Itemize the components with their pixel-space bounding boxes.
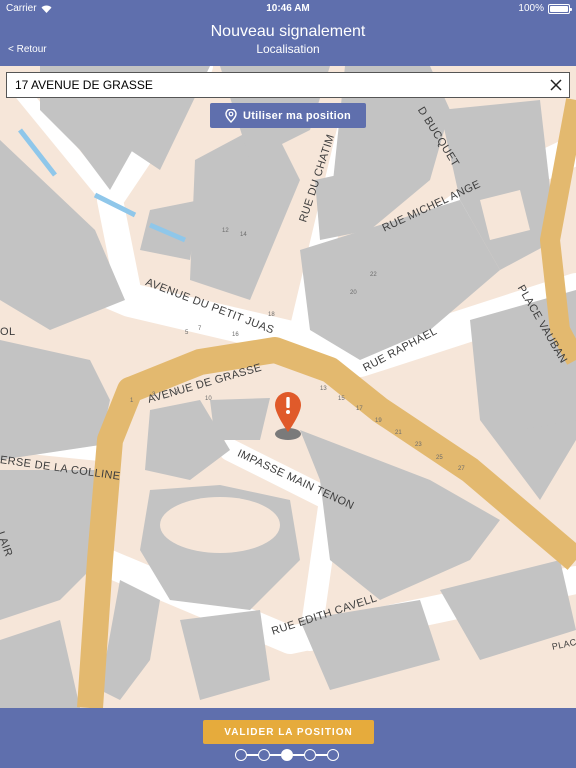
step-dot	[235, 749, 247, 761]
house-number: 14	[240, 232, 247, 238]
map-view[interactable]: AVENUE DU PETIT JUAS AVENUE DE GRASSE RU…	[0, 66, 576, 708]
step-dot	[258, 749, 270, 761]
house-number: 19	[375, 418, 382, 424]
page-title: Nouveau signalement	[210, 23, 366, 40]
house-number: 25	[436, 455, 443, 461]
footer-bar: VALIDER LA POSITION	[0, 708, 576, 768]
house-number: 16	[232, 332, 239, 338]
location-pin-icon	[225, 108, 237, 123]
step-connector	[316, 754, 327, 756]
validate-position-button[interactable]: VALIDER LA POSITION	[203, 720, 374, 744]
map-canvas	[0, 66, 576, 708]
step-connector	[293, 754, 304, 756]
clear-button[interactable]	[543, 73, 569, 97]
address-search-bar[interactable]	[6, 72, 570, 98]
house-number: 17	[356, 406, 363, 412]
status-bar: Carrier 10:46 AM 100%	[0, 0, 576, 16]
use-my-position-button[interactable]: Utiliser ma position	[210, 103, 366, 128]
alert-marker-icon	[275, 392, 301, 440]
house-number: 8	[175, 390, 179, 396]
page-subtitle: Localisation	[256, 42, 320, 56]
house-number: 27	[458, 466, 465, 472]
step-connector	[247, 754, 258, 756]
house-number: 10	[205, 396, 212, 402]
house-number: 21	[395, 430, 402, 436]
battery-icon	[548, 3, 572, 14]
step-indicator	[235, 748, 339, 762]
house-number: 22	[370, 272, 377, 278]
close-icon	[550, 79, 562, 91]
status-time: 10:46 AM	[266, 3, 310, 14]
house-number: 5	[185, 330, 189, 336]
house-number: 15	[338, 396, 345, 402]
header-bar: Carrier 10:46 AM 100% Nouveau signalemen…	[0, 0, 576, 66]
house-number: 20	[350, 290, 357, 296]
step-dot	[327, 749, 339, 761]
report-marker[interactable]	[273, 390, 303, 442]
house-number: 1	[130, 398, 134, 404]
house-number: 18	[268, 312, 275, 318]
step-connector	[270, 754, 281, 756]
step-dot	[304, 749, 316, 761]
battery-percent: 100%	[518, 3, 544, 14]
house-number: 12	[222, 228, 229, 234]
house-number: 7	[198, 326, 202, 332]
back-button[interactable]: < Retour	[8, 44, 47, 55]
step-dot-active	[281, 749, 293, 761]
house-number: 3	[152, 392, 156, 398]
address-input[interactable]	[15, 78, 543, 92]
use-my-position-label: Utiliser ma position	[242, 109, 352, 122]
house-number: 23	[415, 442, 422, 448]
house-number: 13	[320, 386, 327, 392]
battery-info: 100%	[518, 3, 572, 14]
map-label-street: OL	[0, 326, 16, 338]
